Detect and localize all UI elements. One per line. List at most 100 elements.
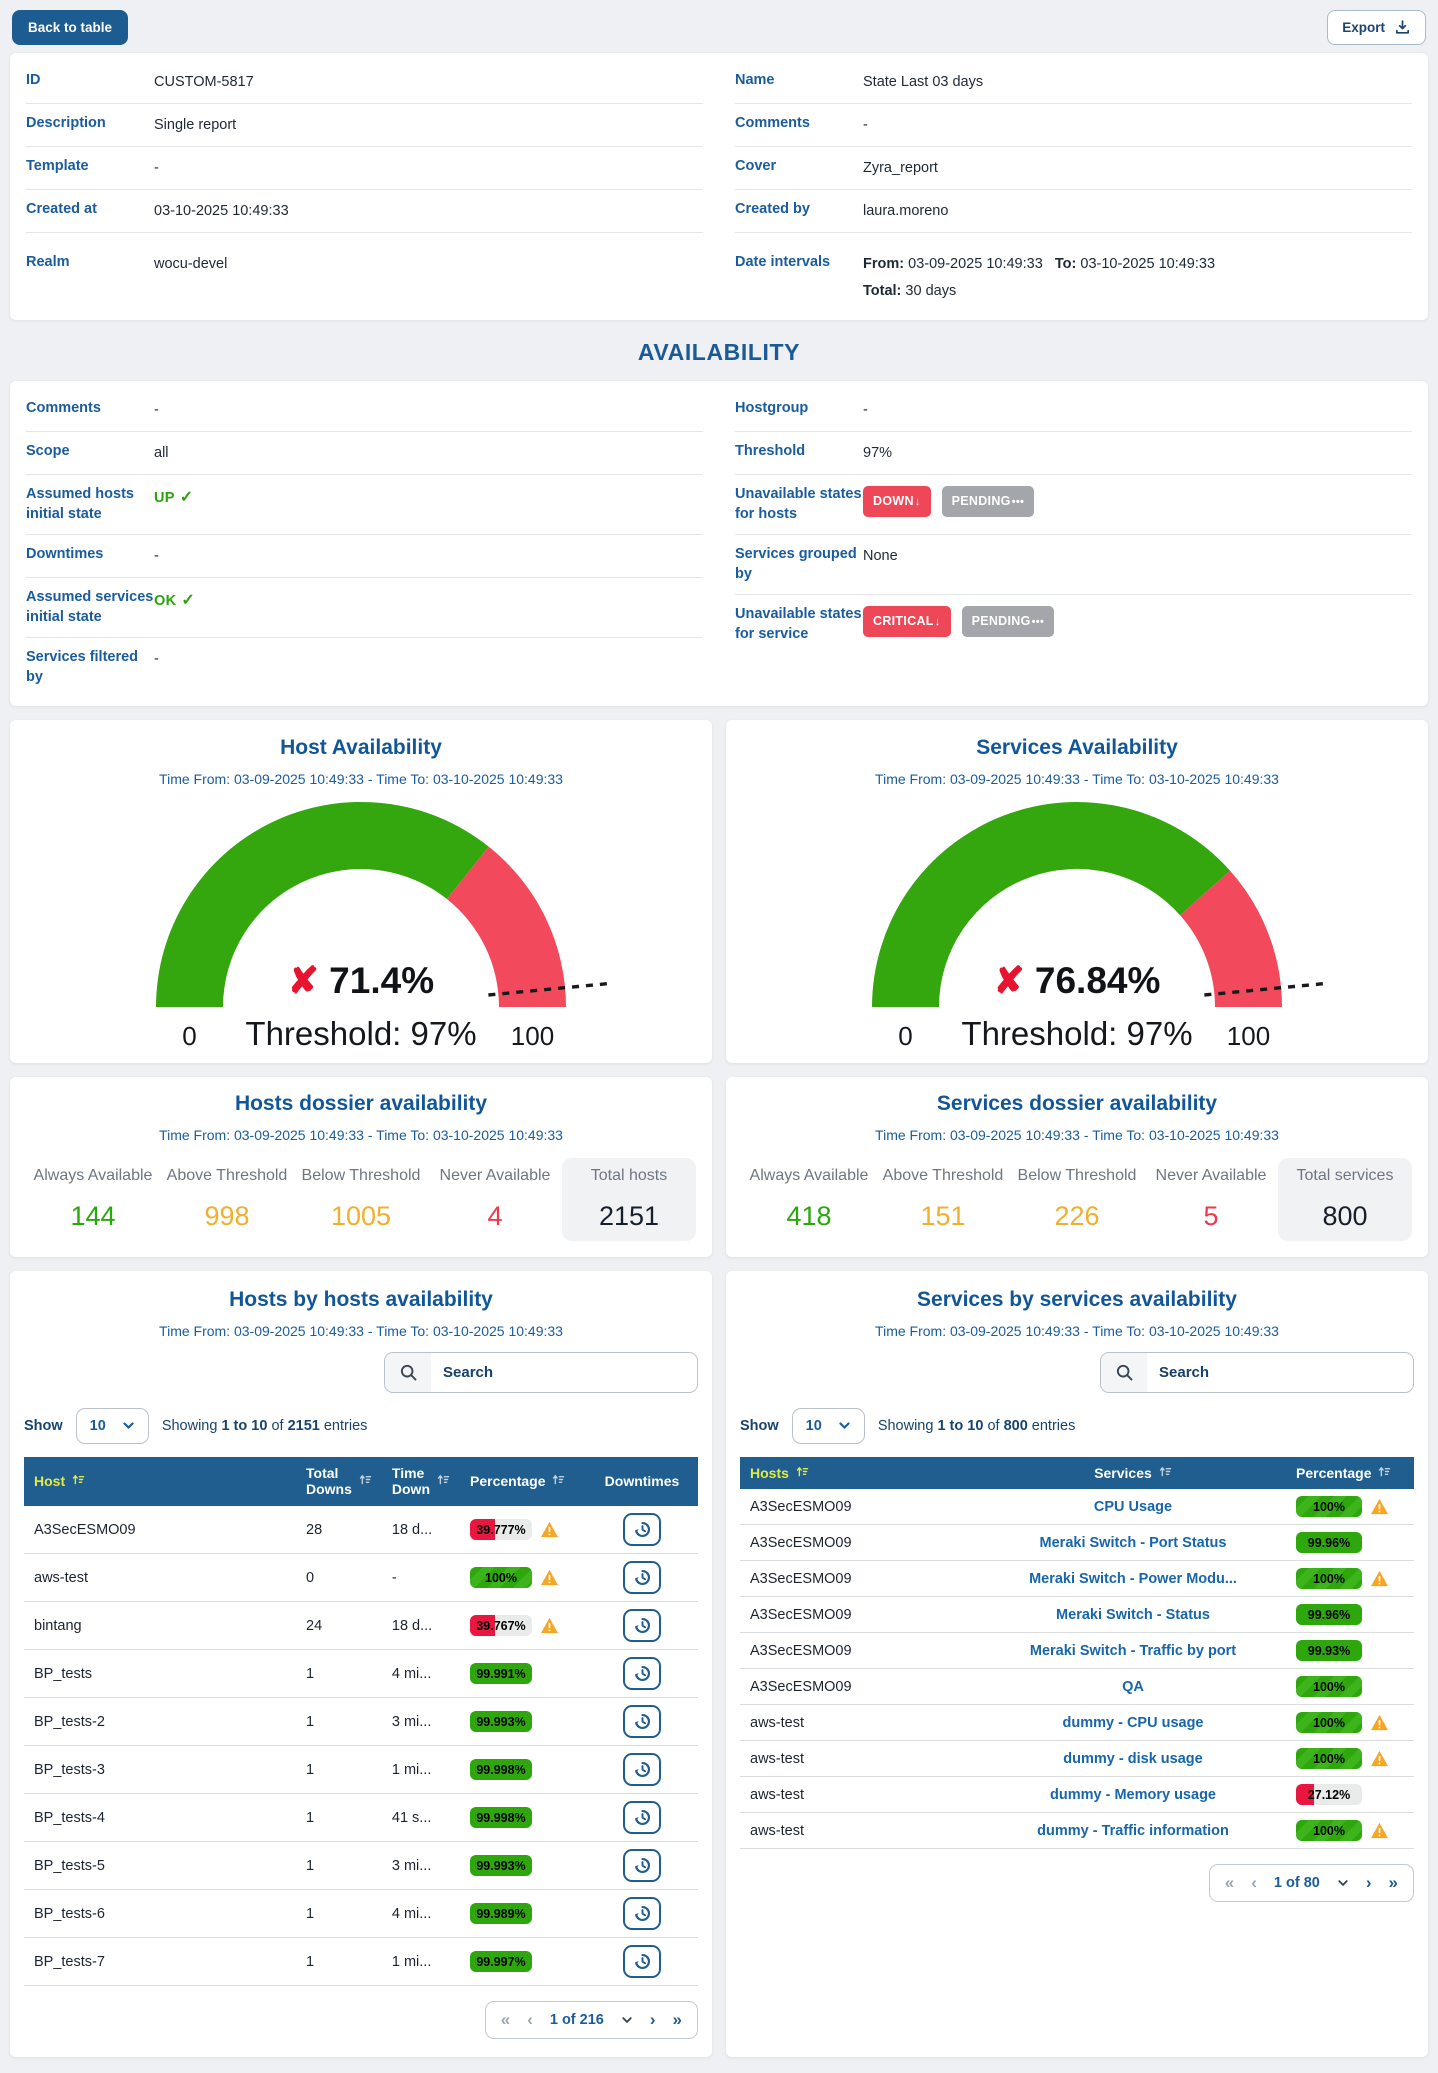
svg-text:Threshold: 97%: Threshold: 97% <box>245 1015 476 1052</box>
services-dossier-stats: Always Available 418 Above Threshold 151… <box>738 1158 1416 1241</box>
field-value: CUSTOM-5817 <box>154 71 254 93</box>
stat: Below Threshold 226 <box>1010 1158 1144 1241</box>
field-label: Assumed hosts initial state <box>26 485 154 524</box>
stat-value: 226 <box>1014 1201 1140 1232</box>
export-button[interactable]: Export <box>1327 10 1426 45</box>
column-header-hosts[interactable]: Hosts <box>740 1457 980 1490</box>
percentage-pill: 99.997% <box>470 1951 532 1972</box>
status-badge-down: DOWN↓ <box>863 486 931 517</box>
host-name: BP_tests-3 <box>24 1746 296 1794</box>
svg-text:100: 100 <box>511 1021 554 1051</box>
downtimes-history-button[interactable] <box>623 1849 661 1882</box>
service-link[interactable]: QA <box>1122 1679 1144 1695</box>
column-header-services[interactable]: Services <box>980 1457 1286 1490</box>
field-value: laura.moreno <box>863 200 948 222</box>
hosts-dossier-stats: Always Available 144 Above Threshold 998… <box>22 1158 700 1241</box>
services-dossier-card: Services dossier availability Time From:… <box>726 1077 1428 1257</box>
table-title: Services by services availability <box>740 1288 1414 1312</box>
service-link[interactable]: Meraki Switch - Port Status <box>1040 1535 1227 1551</box>
showing-entries-text: Showing 1 to 10 of 2151 entries <box>162 1418 368 1434</box>
last-page-button[interactable]: » <box>673 2010 682 2030</box>
prev-page-button[interactable]: ‹ <box>527 2010 533 2030</box>
downtimes-history-button[interactable] <box>623 1753 661 1786</box>
host-name: aws-test <box>740 1705 980 1741</box>
column-header-total-downs[interactable]: Total Downs <box>296 1457 382 1507</box>
service-link[interactable]: dummy - Memory usage <box>1050 1787 1216 1803</box>
last-page-button[interactable]: » <box>1389 1873 1398 1893</box>
back-to-table-button[interactable]: Back to table <box>12 10 128 45</box>
stat-label: Total hosts <box>566 1167 692 1185</box>
history-icon <box>633 1808 652 1827</box>
stat-label: Always Available <box>30 1167 156 1185</box>
service-link[interactable]: Meraki Switch - Power Modu... <box>1029 1571 1237 1587</box>
service-link[interactable]: dummy - CPU usage <box>1063 1715 1204 1731</box>
column-header-time-down[interactable]: Time Down <box>382 1457 460 1507</box>
sort-icon <box>72 1473 85 1490</box>
column-header-percentage[interactable]: Percentage <box>460 1457 586 1507</box>
downtimes-history-button[interactable] <box>623 1657 661 1690</box>
next-page-button[interactable]: › <box>1366 1873 1372 1893</box>
hosts-table-pagination: « ‹ 1 of 216 › » <box>485 2001 698 2039</box>
services-availability-table: Hosts Services Percentage A3SecESMO09 CP… <box>740 1457 1414 1850</box>
downtimes-history-button[interactable] <box>623 1897 661 1930</box>
svg-text:0: 0 <box>898 1021 912 1051</box>
service-link[interactable]: dummy - disk usage <box>1063 1751 1202 1767</box>
first-page-button[interactable]: « <box>1225 1873 1234 1893</box>
host-name: aws-test <box>740 1777 980 1813</box>
services-search-input[interactable] <box>1147 1353 1413 1392</box>
warning-icon <box>1370 1570 1389 1587</box>
downtimes-history-button[interactable] <box>623 1561 661 1594</box>
downtimes-history-button[interactable] <box>623 1945 661 1978</box>
field-value: 97% <box>863 442 892 464</box>
total-downs: 1 <box>296 1746 382 1794</box>
downtimes-history-button[interactable] <box>623 1801 661 1834</box>
field-value: all <box>154 442 169 464</box>
field-value: None <box>863 545 898 567</box>
stat-value: 2151 <box>566 1201 692 1232</box>
page-select-caret[interactable] <box>1337 1877 1349 1889</box>
stat: Always Available 144 <box>26 1158 160 1241</box>
svg-text:✘ 71.4%: ✘ 71.4% <box>288 960 434 1001</box>
field-value: - <box>154 157 159 179</box>
report-meta-card: IDCUSTOM-5817 DescriptionSingle report T… <box>10 53 1428 320</box>
field-value: - <box>154 648 159 670</box>
stat-label: Below Threshold <box>298 1167 424 1185</box>
prev-page-button[interactable]: ‹ <box>1251 1873 1257 1893</box>
page-select-caret[interactable] <box>621 2014 633 2026</box>
host-name: A3SecESMO09 <box>740 1561 980 1597</box>
hosts-table-card: Hosts by hosts availability Time From: 0… <box>10 1271 712 2058</box>
host-name: A3SecESMO09 <box>740 1669 980 1705</box>
hosts-show-select[interactable]: 10 <box>76 1408 149 1444</box>
gauge-time-range: Time From: 03-09-2025 10:49:33 - Time To… <box>736 771 1418 787</box>
status-badge-pending: PENDING••• <box>962 606 1055 637</box>
column-header-host[interactable]: Host <box>24 1457 296 1507</box>
history-icon <box>633 1664 652 1683</box>
unavailable-states-services-row: Unavailable states for service CRITICAL↓… <box>735 595 1412 654</box>
service-link[interactable]: dummy - Traffic information <box>1037 1823 1229 1839</box>
percentage-pill: 39.767% <box>470 1615 532 1636</box>
first-page-button[interactable]: « <box>501 2010 510 2030</box>
column-header-downtimes: Downtimes <box>586 1457 698 1507</box>
field-value: - <box>863 114 868 136</box>
host-table-row: BP_tests-3 1 1 mi... 99.998% <box>24 1746 698 1794</box>
host-availability-gauge-card: Host Availability Time From: 03-09-2025 … <box>10 720 712 1063</box>
services-show-select[interactable]: 10 <box>792 1408 865 1444</box>
downtimes-history-button[interactable] <box>623 1609 661 1642</box>
column-header-percentage[interactable]: Percentage <box>1286 1457 1414 1490</box>
status-badge-critical: CRITICAL↓ <box>863 606 951 637</box>
next-page-button[interactable]: › <box>650 2010 656 2030</box>
service-table-row: A3SecESMO09 QA 100% <box>740 1669 1414 1705</box>
service-link[interactable]: CPU Usage <box>1094 1499 1172 1515</box>
dots-icon: ••• <box>1032 615 1044 631</box>
service-link[interactable]: Meraki Switch - Status <box>1056 1607 1210 1623</box>
field-label: Unavailable states for service <box>735 605 863 644</box>
field-label: Date intervals <box>735 253 863 273</box>
hosts-search-box <box>384 1352 698 1393</box>
warning-icon <box>1370 1822 1389 1839</box>
hosts-search-input[interactable] <box>431 1353 697 1392</box>
field-label: Services filtered by <box>26 648 154 687</box>
downtimes-history-button[interactable] <box>623 1705 661 1738</box>
downtimes-history-button[interactable] <box>623 1513 661 1546</box>
host-name: A3SecESMO09 <box>740 1633 980 1669</box>
service-link[interactable]: Meraki Switch - Traffic by port <box>1030 1643 1236 1659</box>
